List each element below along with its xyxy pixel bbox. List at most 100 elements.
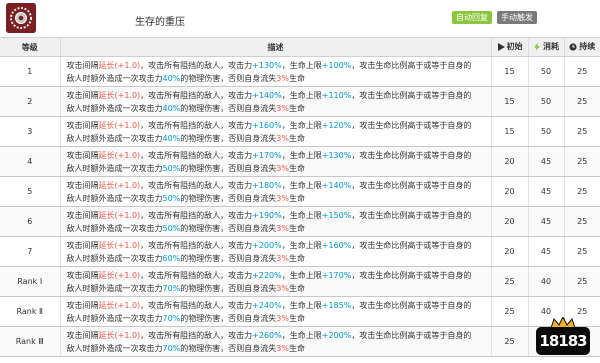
table-row: Rank Ⅰ 攻击间隔延长(+1.0)，攻击所有阻挡的敌人，攻击力+220%，生命…: [0, 266, 600, 297]
desc-value-atk: +200%: [252, 240, 282, 250]
desc-text: 的物理伤害，否则自身流失: [180, 193, 277, 203]
desc-text: ，攻击生命比例高于或等于自身的: [351, 120, 472, 130]
desc-value-hp: +150%: [321, 210, 352, 220]
desc-value-dmg: 70%: [162, 313, 181, 323]
desc-text: ，攻击所有阻挡的敌人，攻击力: [140, 240, 253, 250]
desc-text: ，攻击所有阻挡的敌人，攻击力: [140, 120, 253, 130]
col-initial: 初始: [491, 38, 529, 57]
desc-value-dmg: 40%: [162, 103, 181, 113]
desc-value-hp: +120%: [321, 120, 352, 130]
desc-value-atk: +140%: [252, 90, 282, 100]
desc-text: 3%: [276, 313, 289, 323]
cost-cell: 40: [528, 266, 565, 297]
desc-text: 攻击间隔: [66, 90, 99, 100]
desc-text: 敌人时额外造成一次攻击力: [66, 223, 163, 233]
desc-text: ，攻击生命比例高于或等于自身的: [351, 150, 472, 160]
desc-value-atk: +190%: [252, 210, 282, 220]
desc-value-atk: +220%: [252, 270, 282, 280]
desc-text: 攻击间隔: [66, 330, 99, 340]
initial-cell: 20: [491, 236, 529, 267]
desc-text: 敌人时额外造成一次攻击力: [66, 163, 163, 173]
desc-text: 攻击间隔: [66, 150, 99, 160]
lightning-icon: [534, 42, 540, 51]
table-row: 5 攻击间隔延长(+1.0)，攻击所有阻挡的敌人，攻击力+180%，生命上限+14…: [0, 176, 600, 207]
desc-text: 3%: [276, 193, 289, 203]
table-row: Rank Ⅲ 攻击间隔延长(+1.0)，攻击所有阻挡的敌人，攻击力+260%，生命…: [0, 326, 600, 357]
desc-text: 延长(+1.0): [98, 240, 141, 250]
initial-cell: 25: [491, 326, 529, 357]
desc-text: 生命: [288, 253, 305, 263]
desc-text: ，攻击生命比例高于或等于自身的: [351, 60, 472, 70]
level-cell: Rank Ⅱ: [0, 296, 61, 327]
desc-value-hp: +200%: [321, 330, 352, 340]
desc-text: 生命: [288, 223, 305, 233]
table-row: Rank Ⅱ 攻击间隔延长(+1.0)，攻击所有阻挡的敌人，攻击力+240%，生命…: [0, 296, 600, 327]
col-level: 等级: [0, 38, 61, 57]
cost-cell: 45: [528, 176, 565, 207]
desc-value-dmg: 50%: [162, 163, 181, 173]
desc-text: 的物理伤害，否则自身流失: [180, 283, 277, 293]
desc-value-hp: +170%: [321, 270, 352, 280]
desc-value-atk: +160%: [252, 120, 282, 130]
desc-text: ，攻击生命比例高于或等于自身的: [351, 270, 472, 280]
desc-text: 3%: [276, 223, 289, 233]
desc-text: 延长(+1.0): [98, 300, 141, 310]
col-duration: 持续: [564, 38, 600, 57]
desc-value-atk: +180%: [252, 180, 282, 190]
duration-cell: 25: [564, 296, 600, 327]
desc-text: 延长(+1.0): [98, 150, 141, 160]
desc-text: 攻击间隔: [66, 60, 99, 70]
desc-value-atk: +130%: [252, 60, 282, 70]
desc-text: 3%: [276, 283, 289, 293]
desc-text: 敌人时额外造成一次攻击力: [66, 283, 163, 293]
duration-cell: 25: [564, 236, 600, 267]
level-cell: 2: [0, 86, 61, 117]
desc-text: ，攻击生命比例高于或等于自身的: [351, 90, 472, 100]
desc-text: 敌人时额外造成一次攻击力: [66, 193, 163, 203]
desc-text: 3%: [276, 103, 289, 113]
desc-text: 3%: [276, 343, 289, 353]
desc-text: ，攻击所有阻挡的敌人，攻击力: [140, 300, 253, 310]
desc-text: ，攻击所有阻挡的敌人，攻击力: [140, 60, 253, 70]
description-cell: 攻击间隔延长(+1.0)，攻击所有阻挡的敌人，攻击力+190%，生命上限+150…: [60, 206, 492, 237]
cost-cell: 40: [528, 296, 565, 327]
desc-text: 延长(+1.0): [98, 90, 141, 100]
desc-value-atk: +240%: [252, 300, 282, 310]
desc-text: 攻击间隔: [66, 120, 99, 130]
desc-text: 敌人时额外造成一次攻击力: [66, 73, 163, 83]
desc-text: ，生命上限: [281, 90, 322, 100]
desc-text: 攻击间隔: [66, 300, 99, 310]
level-cell: 4: [0, 146, 61, 177]
clock-icon: [569, 43, 577, 51]
desc-value-hp: +130%: [321, 150, 352, 160]
duration-cell: 25: [564, 206, 600, 237]
skill-header: 生存的重压 自动回复 手动触发: [0, 0, 600, 38]
level-cell: Rank Ⅰ: [0, 266, 61, 297]
desc-text: 3%: [276, 253, 289, 263]
desc-text: ，攻击生命比例高于或等于自身的: [351, 240, 472, 250]
cost-cell: 45: [528, 146, 565, 177]
auto-recovery-badge: 自动回复: [452, 11, 492, 24]
desc-value-hp: +185%: [321, 300, 352, 310]
desc-text: 的物理伤害，否则自身流失: [180, 73, 277, 83]
desc-text: 攻击间隔: [66, 210, 99, 220]
skill-level-table: 等级 描述 初始 消耗 持续 1 攻击间隔延长(+1.0)，攻击所有阻挡的敌人，…: [0, 38, 600, 357]
duration-cell: 25: [564, 146, 600, 177]
initial-cell: 25: [491, 266, 529, 297]
desc-text: 延长(+1.0): [98, 330, 141, 340]
cost-cell: 50: [528, 116, 565, 147]
desc-text: 3%: [276, 163, 289, 173]
description-cell: 攻击间隔延长(+1.0)，攻击所有阻挡的敌人，攻击力+240%，生命上限+185…: [60, 296, 492, 327]
desc-text: ，攻击所有阻挡的敌人，攻击力: [140, 150, 253, 160]
desc-text: 生命: [288, 313, 305, 323]
desc-text: 3%: [276, 73, 289, 83]
duration-cell: 25: [564, 176, 600, 207]
desc-text: 敌人时额外造成一次攻击力: [66, 313, 163, 323]
desc-text: ，攻击生命比例高于或等于自身的: [351, 330, 472, 340]
cost-cell: 40: [528, 326, 565, 357]
desc-text: ，生命上限: [281, 180, 322, 190]
desc-text: 攻击间隔: [66, 240, 99, 250]
duration-cell: 25: [564, 116, 600, 147]
cost-cell: 50: [528, 86, 565, 117]
desc-text: 的物理伤害，否则自身流失: [180, 103, 277, 113]
